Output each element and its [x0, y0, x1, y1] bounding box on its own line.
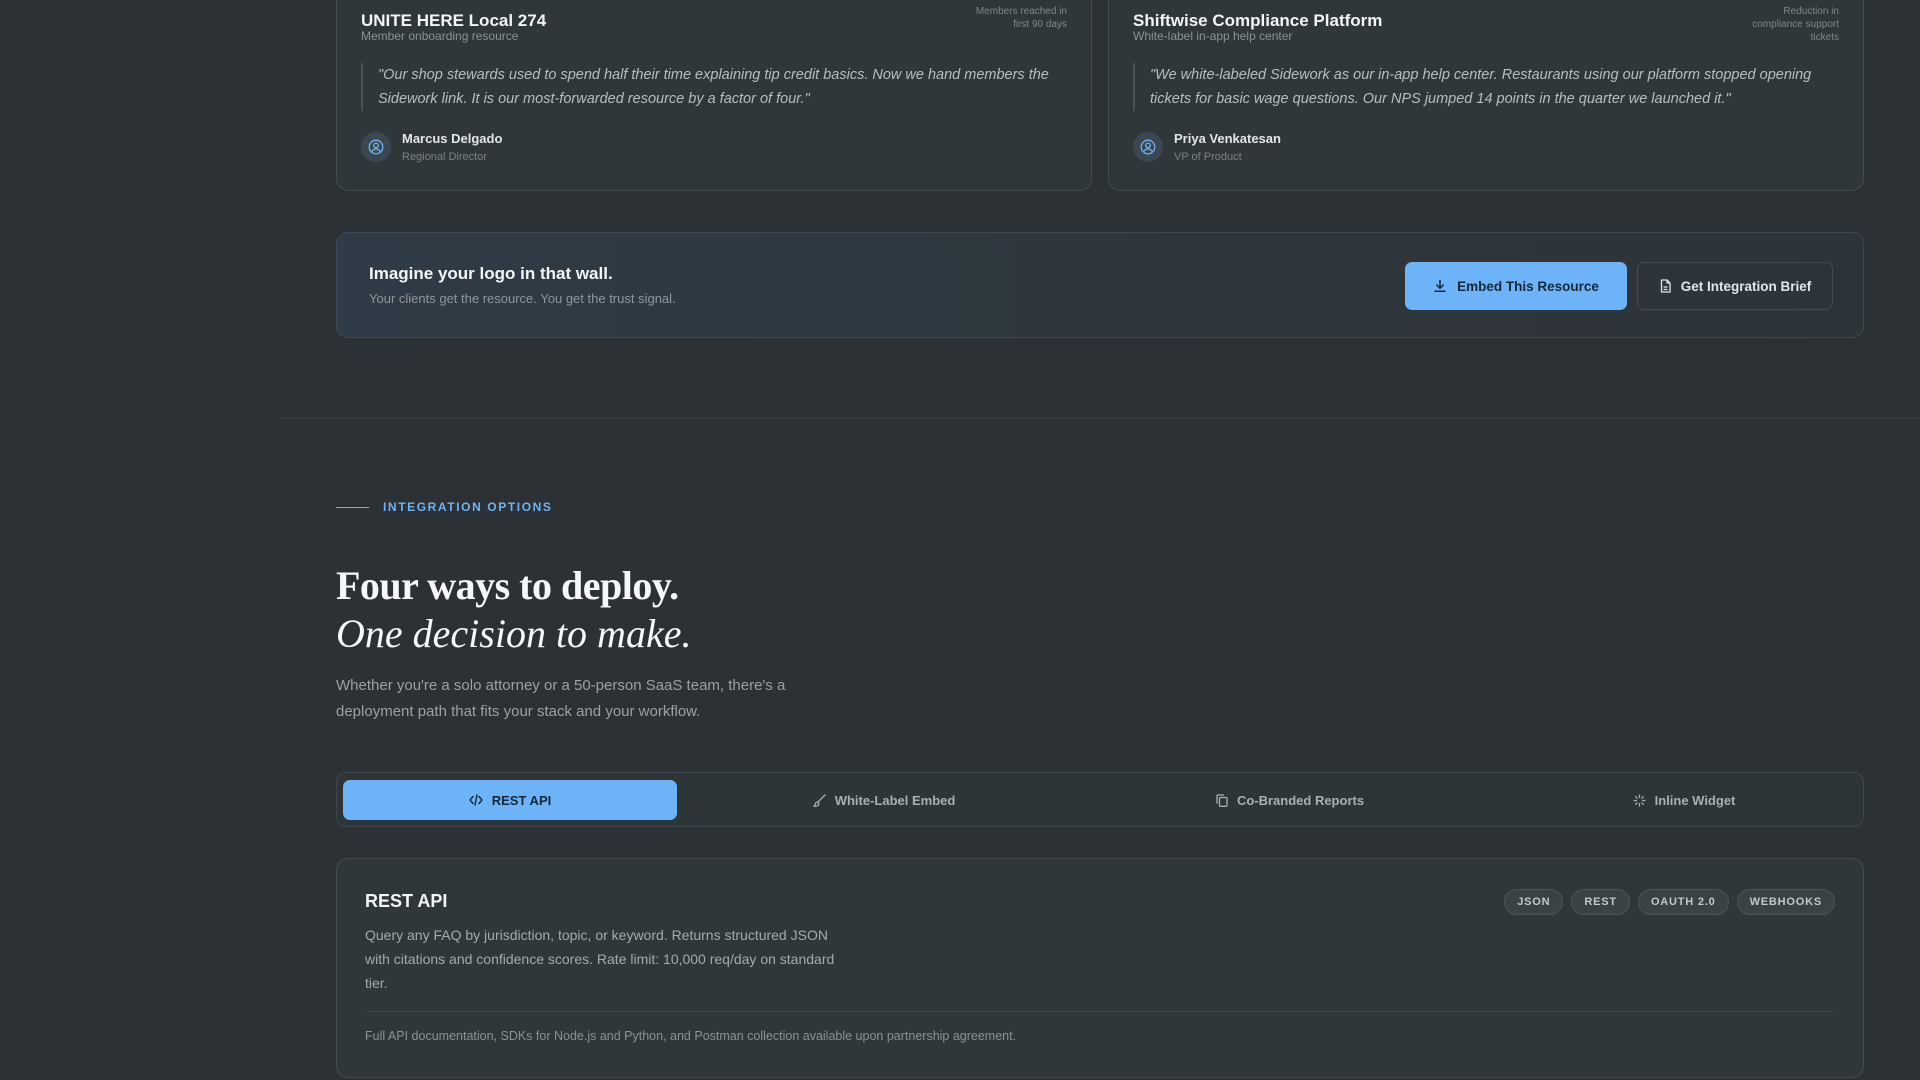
testimonial-org: Shiftwise Compliance Platform — [1133, 11, 1383, 30]
testimonial-author: Marcus Delgado Regional Director — [361, 131, 502, 163]
author-role: VP of Product — [1174, 151, 1242, 163]
author-name: Priya Venkatesan — [1174, 131, 1281, 146]
tag-json: JSON — [1504, 889, 1564, 915]
tab-co-branded-reports[interactable]: Co-Branded Reports — [1123, 780, 1457, 820]
testimonial-subtitle: White-label in-app help center — [1133, 29, 1293, 43]
tab-rest-api[interactable]: REST API — [343, 780, 677, 820]
testimonial-card-unite-here: UNITE HERE Local 274 Member onboarding r… — [336, 0, 1092, 191]
testimonial-card-shiftwise: Shiftwise Compliance Platform White-labe… — [1108, 0, 1864, 191]
testimonial-subtitle: Member onboarding resource — [361, 29, 519, 43]
panel-divider — [365, 1011, 1835, 1012]
testimonial-org: UNITE HERE Local 274 — [361, 11, 547, 30]
section-eyebrow: INTEGRATION OPTIONS — [336, 500, 553, 514]
cta-heading: Imagine your logo in that wall. — [369, 264, 613, 283]
section-headline: Four ways to deploy. One decision to mak… — [336, 562, 691, 658]
integration-brief-label: Get Integration Brief — [1680, 278, 1812, 294]
embed-resource-label: Embed This Resource — [1457, 278, 1599, 294]
tag-oauth: OAUTH 2.0 — [1637, 889, 1729, 915]
copy-icon — [1216, 793, 1228, 807]
tag-webhooks: WEBHOOKS — [1736, 889, 1835, 915]
download-icon — [1433, 279, 1447, 293]
panel-footnote: Full API documentation, SDKs for Node.js… — [365, 1029, 1017, 1043]
testimonial-quote: "We white-labeled Sidework as our in-app… — [1133, 63, 1839, 111]
cta-banner: Imagine your logo in that wall. Your cli… — [336, 232, 1864, 338]
embed-resource-button[interactable]: Embed This Resource — [1405, 262, 1627, 310]
headline-line-1: Four ways to deploy. — [336, 563, 679, 608]
user-circle-icon — [361, 132, 391, 162]
rest-api-panel: REST API JSON REST OAUTH 2.0 WEBHOOKS Qu… — [336, 858, 1864, 1078]
tab-white-label-embed[interactable]: White-Label Embed — [717, 780, 1051, 820]
section-lede: Whether you're a solo attorney or a 50-p… — [336, 677, 786, 720]
tag-rest: REST — [1571, 889, 1630, 915]
code-icon — [469, 794, 483, 806]
testimonial-quote: "Our shop stewards used to spend half th… — [361, 63, 1067, 111]
panel-title: REST API — [365, 891, 448, 911]
tab-inline-widget[interactable]: Inline Widget — [1517, 780, 1851, 820]
integration-brief-button[interactable]: Get Integration Brief — [1637, 262, 1833, 310]
section-divider — [280, 418, 1920, 419]
author-role: Regional Director — [402, 151, 487, 163]
cta-subtext: Your clients get the resource. You get t… — [369, 291, 676, 306]
headline-line-2: One decision to make. — [336, 611, 692, 656]
testimonial-stat-label: Reduction in compliance support tickets — [1752, 6, 1839, 43]
panel-description: Query any FAQ by jurisdiction, topic, or… — [365, 927, 835, 991]
sparkle-icon — [1633, 793, 1646, 807]
author-name: Marcus Delgado — [402, 131, 503, 146]
testimonial-stat-label: Members reached in first 90 days — [975, 6, 1067, 30]
brush-icon — [812, 793, 826, 807]
document-icon — [1659, 279, 1672, 293]
user-circle-icon — [1133, 132, 1163, 162]
integration-tabs: REST API White-Label Embed Co-Branded Re… — [336, 772, 1864, 827]
testimonial-author: Priya Venkatesan VP of Product — [1133, 131, 1281, 163]
panel-tags: JSON REST OAUTH 2.0 WEBHOOKS — [1504, 889, 1835, 915]
